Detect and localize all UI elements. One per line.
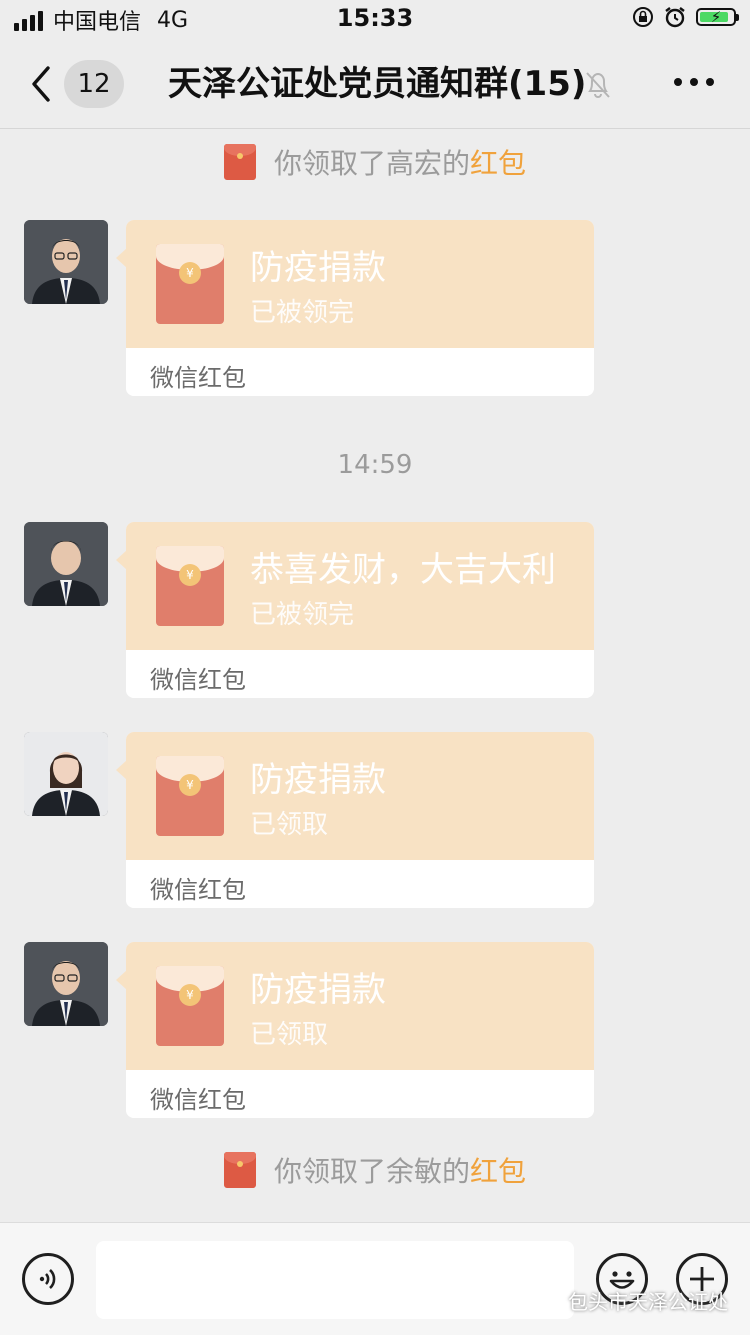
envelope-icon: ¥ [156, 546, 224, 626]
more-icon[interactable] [674, 78, 714, 90]
input-bar [0, 1222, 750, 1335]
red-packet-title: 防疫捐款 [250, 248, 386, 288]
message-row: ¥ 防疫捐款 已领取 微信红包 [24, 732, 604, 908]
battery-icon: ⚡ [696, 8, 739, 26]
red-packet-footer: 微信红包 [126, 348, 594, 396]
red-packet-card[interactable]: ¥ 恭喜发财，大吉大利 已被领完 微信红包 [126, 522, 594, 698]
message-row: ¥ 恭喜发财，大吉大利 已被领完 微信红包 [24, 522, 604, 698]
red-packet-card[interactable]: ¥ 防疫捐款 已被领完 微信红包 [126, 220, 594, 396]
red-packet-status: 已领取 [250, 1020, 329, 1050]
lock-rotation-icon [633, 7, 653, 27]
system-notice: 你领取了高宏的 红包 [0, 142, 750, 182]
notice-link[interactable]: 红包 [470, 1150, 526, 1190]
back-icon[interactable] [26, 64, 56, 104]
voice-icon[interactable] [22, 1253, 74, 1305]
message-row: ¥ 防疫捐款 已领取 微信红包 [24, 942, 604, 1118]
red-packet-title: 防疫捐款 [250, 760, 386, 800]
red-packet-label: 微信红包 [150, 666, 246, 694]
red-packet-icon [223, 1152, 256, 1188]
chat-timestamp: 14:59 [337, 450, 413, 480]
avatar[interactable] [24, 522, 108, 606]
red-packet-status: 已领取 [250, 810, 329, 840]
red-packet-icon [223, 144, 256, 180]
red-packet-title: 恭喜发财，大吉大利 [250, 550, 556, 590]
system-notice: 你领取了余敏的 红包 [0, 1150, 750, 1190]
envelope-icon: ¥ [156, 756, 224, 836]
red-packet-card[interactable]: ¥ 防疫捐款 已领取 微信红包 [126, 942, 594, 1118]
envelope-icon: ¥ [156, 244, 224, 324]
red-packet-label: 微信红包 [150, 364, 246, 392]
notice-link[interactable]: 红包 [470, 142, 526, 182]
red-packet-card[interactable]: ¥ 防疫捐款 已领取 微信红包 [126, 732, 594, 908]
watermark-text: 包头市天泽公证处 [568, 1290, 728, 1314]
red-packet-label: 微信红包 [150, 876, 246, 904]
red-packet-header: ¥ 防疫捐款 已领取 [126, 942, 594, 1070]
envelope-icon: ¥ [156, 966, 224, 1046]
alarm-icon [665, 7, 685, 28]
notice-text: 你领取了高宏的 [273, 147, 470, 180]
status-right: ⚡ [632, 6, 739, 28]
chat-title: 天泽公证处党员通知群(15) [168, 64, 587, 104]
red-packet-footer: 微信红包 [126, 650, 594, 698]
wechat-logo-icon [538, 1291, 562, 1310]
status-bar: 中国电信 4G 15:33 ⚡ [0, 0, 750, 40]
red-packet-header: ¥ 恭喜发财，大吉大利 已被领完 [126, 522, 594, 650]
nav-bar: 12 天泽公证处党员通知群(15) [0, 40, 750, 129]
notice-text: 你领取了余敏的 [273, 1155, 470, 1188]
red-packet-footer: 微信红包 [126, 1070, 594, 1118]
message-row: ¥ 防疫捐款 已被领完 微信红包 [24, 220, 604, 396]
unread-count-badge[interactable]: 12 [64, 60, 124, 108]
avatar[interactable] [24, 220, 108, 304]
avatar[interactable] [24, 732, 108, 816]
red-packet-status: 已被领完 [250, 298, 355, 328]
watermark: 包头市天泽公证处 [538, 1286, 728, 1315]
red-packet-label: 微信红包 [150, 1086, 246, 1114]
message-input[interactable] [96, 1241, 574, 1319]
red-packet-title: 防疫捐款 [250, 970, 386, 1010]
red-packet-status: 已被领完 [250, 600, 355, 630]
red-packet-header: ¥ 防疫捐款 已被领完 [126, 220, 594, 348]
red-packet-footer: 微信红包 [126, 860, 594, 908]
red-packet-header: ¥ 防疫捐款 已领取 [126, 732, 594, 860]
avatar[interactable] [24, 942, 108, 1026]
mute-bell-icon [586, 72, 610, 98]
